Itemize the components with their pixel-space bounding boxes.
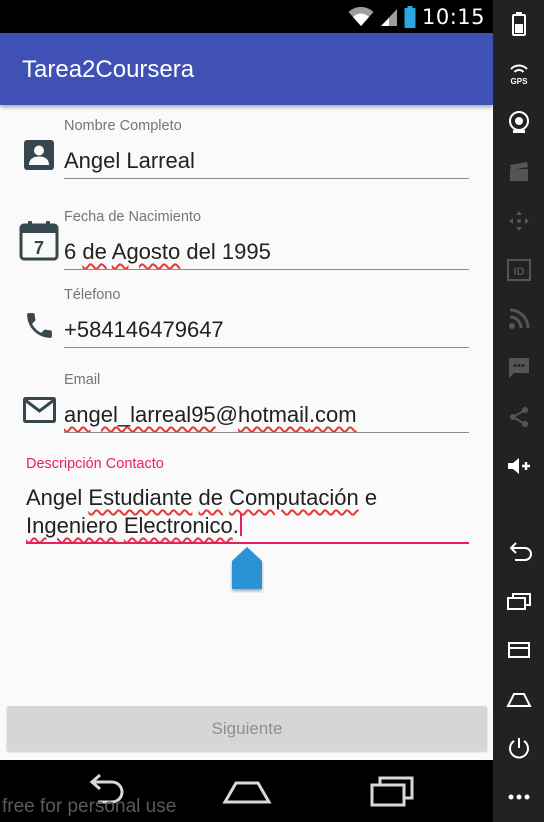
- phone-screen: 10:15 Tarea2Coursera Nombre Completo Ang…: [0, 0, 493, 822]
- birth-word-de: de: [82, 239, 107, 264]
- description-underline: [26, 542, 469, 544]
- next-button[interactable]: Siguiente: [7, 706, 487, 751]
- sms-icon[interactable]: [493, 354, 544, 382]
- clapperboard-icon[interactable]: [493, 158, 544, 186]
- phone-field[interactable]: Télefono +584146479647: [64, 287, 469, 349]
- desc-word-de: de: [198, 485, 223, 510]
- email-underline: [64, 432, 469, 433]
- contact-card-icon: [24, 140, 54, 170]
- name-input[interactable]: Angel Larreal: [64, 148, 195, 174]
- email-at: @: [215, 402, 239, 427]
- battery-status-icon: [404, 6, 416, 28]
- desc-word-electronico: Electronico: [123, 513, 233, 538]
- status-bar: 10:15: [0, 0, 493, 33]
- birth-date-underline: [64, 269, 469, 270]
- desc-word-computacion: Computación: [229, 485, 359, 510]
- phone-input[interactable]: +584146479647: [64, 317, 224, 343]
- wifi-icon: [348, 7, 374, 26]
- email-input[interactable]: angel_larreal95@hotmail.com: [64, 402, 357, 428]
- text-selection-handle[interactable]: [230, 545, 264, 593]
- birth-date-input[interactable]: 6 de Agosto del 1995: [64, 239, 271, 265]
- more-icon[interactable]: [493, 783, 544, 811]
- power-icon[interactable]: [493, 734, 544, 762]
- svg-text:ID: ID: [513, 266, 524, 278]
- status-icons: 10:15: [348, 4, 485, 30]
- signal-icon: [380, 9, 397, 26]
- battery-icon[interactable]: [493, 10, 544, 38]
- app-title: Tarea2Coursera: [22, 56, 195, 83]
- navigation-bar: free for personal use: [0, 760, 493, 822]
- phone-label: Télefono: [64, 287, 121, 303]
- desc-word-estudiante: Estudiante: [88, 485, 193, 510]
- emulator-sidebar: GPS ID: [493, 0, 544, 822]
- birth-date-field[interactable]: Fecha de Nacimiento 6 de Agosto del 1995: [64, 209, 469, 271]
- id-icon[interactable]: ID: [493, 256, 544, 284]
- recents-icon[interactable]: [493, 588, 544, 616]
- desc-period: .: [232, 513, 239, 538]
- svg-text:GPS: GPS: [510, 77, 528, 85]
- watermark-text: free for personal use: [2, 796, 177, 817]
- desc-word-e: e: [364, 485, 378, 510]
- email-field[interactable]: Email angel_larreal95@hotmail.com: [64, 372, 469, 434]
- description-label: Descripción Contacto: [26, 456, 164, 472]
- back-icon[interactable]: [493, 538, 544, 566]
- name-field[interactable]: Nombre Completo Angel Larreal: [64, 118, 469, 180]
- birth-year: del 1995: [186, 239, 271, 264]
- email-domain: hotmail: [238, 402, 309, 427]
- app-bar: Tarea2Coursera: [0, 33, 493, 105]
- birth-date-label: Fecha de Nacimiento: [64, 209, 202, 225]
- gps-icon[interactable]: GPS: [493, 58, 544, 86]
- description-input[interactable]: Angel Estudiante de Computación e Ingenie…: [26, 484, 466, 540]
- share-icon[interactable]: [493, 403, 544, 431]
- calendar-day: 7: [34, 238, 44, 258]
- phone-icon: [27, 313, 52, 338]
- nav-home-icon[interactable]: [222, 774, 272, 808]
- phone-underline: [64, 347, 469, 348]
- mail-icon: [23, 397, 56, 423]
- home-icon[interactable]: [493, 685, 544, 713]
- email-user: angel_larreal95: [64, 402, 216, 427]
- desc-word-ingeniero: Ingeniero: [26, 513, 118, 538]
- birth-month: Agosto: [111, 239, 181, 264]
- rss-icon[interactable]: [493, 305, 544, 333]
- status-time: 10:15: [421, 5, 485, 29]
- email-label: Email: [64, 372, 101, 388]
- camera-icon[interactable]: [493, 108, 544, 136]
- calendar-icon: 7: [19, 221, 59, 261]
- email-tld: .com: [308, 402, 357, 427]
- name-underline: [64, 178, 469, 179]
- volume-up-icon[interactable]: [493, 452, 544, 480]
- menu-icon[interactable]: [493, 636, 544, 664]
- dpad-icon[interactable]: [493, 207, 544, 235]
- text-cursor: [239, 514, 242, 536]
- desc-word-angel: Angel: [26, 485, 83, 510]
- nav-recents-icon[interactable]: [368, 774, 416, 808]
- birth-day: 6: [64, 239, 77, 264]
- name-label: Nombre Completo: [64, 118, 182, 134]
